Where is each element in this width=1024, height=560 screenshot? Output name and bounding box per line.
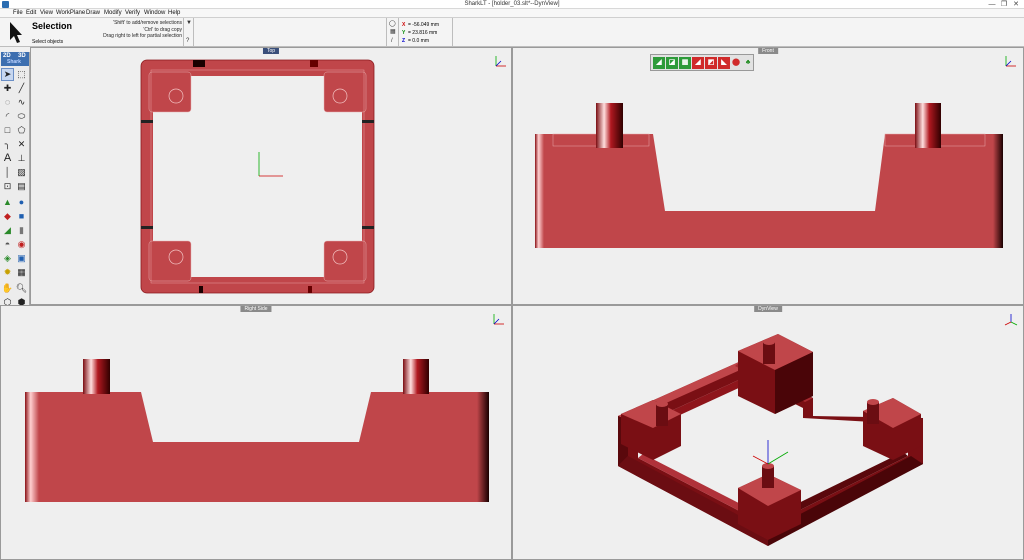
render-shaded-icon[interactable]: ◩ bbox=[705, 57, 717, 69]
render-smooth-icon[interactable]: ◣ bbox=[718, 57, 730, 69]
ellipse-icon[interactable]: ⬭ bbox=[15, 110, 28, 123]
mode-switch[interactable]: 2D 3D Shark bbox=[1, 52, 29, 66]
front-view-drawing bbox=[535, 103, 1003, 248]
axis-triad-icon bbox=[1005, 56, 1016, 67]
tool-name: Selection bbox=[32, 21, 73, 31]
render-grid-icon[interactable]: ▦ bbox=[15, 266, 28, 279]
tool-tips: 'Shift' to add/remove selections 'Ctrl' … bbox=[103, 20, 182, 39]
viewport-right-side[interactable]: Right Side bbox=[0, 305, 512, 560]
right-view-drawing bbox=[25, 359, 489, 502]
tool-hint: Select objects bbox=[32, 39, 64, 45]
layer-icon[interactable]: ▤ bbox=[15, 180, 28, 193]
boolean-icon[interactable]: ◉ bbox=[15, 238, 28, 251]
render-material-icon[interactable]: ⬤ bbox=[730, 57, 742, 69]
coordinate-readout: X = -56.049 mm Y = 23.816 mm Z = 0.0 mm bbox=[402, 21, 439, 45]
render-toolbar: ◢ ◪ ▦ ◢ ◩ ◣ ⬤ ♣ bbox=[650, 54, 754, 71]
viewport-front[interactable]: Front bbox=[512, 47, 1024, 305]
blend-icon[interactable]: ▣ bbox=[15, 252, 28, 265]
axis-triad-icon bbox=[495, 56, 506, 67]
circle-icon[interactable]: ◌ bbox=[1, 96, 14, 109]
axis-triad-icon bbox=[1004, 314, 1018, 326]
polygon-icon[interactable]: ⬠ bbox=[15, 124, 28, 137]
x-coordinate: = -56.049 mm bbox=[408, 22, 439, 28]
close-button[interactable]: ✕ bbox=[1010, 0, 1022, 9]
window-title: SharkLT - [holder_03.slt*--DynView] bbox=[464, 1, 560, 7]
fillet-icon[interactable]: ╮ bbox=[1, 138, 14, 151]
selection-cursor-icon bbox=[2, 20, 28, 46]
hatch-icon[interactable]: ▨ bbox=[15, 166, 28, 179]
snap-circle-icon[interactable]: ◯ bbox=[389, 20, 396, 27]
spline-icon[interactable]: ∿ bbox=[15, 96, 28, 109]
viewport-dynview[interactable]: DynView bbox=[512, 305, 1024, 560]
help-icon[interactable]: ? bbox=[186, 38, 189, 44]
render-wireframe-icon[interactable]: ◢ bbox=[653, 57, 665, 69]
select-window-icon[interactable]: ⬚ bbox=[15, 68, 28, 81]
axis-triad-icon bbox=[493, 314, 504, 325]
vertical-dimension-icon[interactable]: │ bbox=[1, 166, 14, 179]
menu-view[interactable]: View bbox=[40, 10, 53, 16]
dimension-icon[interactable]: ⊥ bbox=[15, 152, 28, 165]
snap-grid-icon[interactable]: ▦ bbox=[390, 28, 396, 35]
minimize-button[interactable]: — bbox=[986, 0, 998, 9]
filter-icon[interactable]: ▼ bbox=[186, 20, 192, 26]
menu-window[interactable]: Window bbox=[144, 10, 165, 16]
sphere-icon[interactable]: ● bbox=[15, 196, 28, 209]
render-flat-icon[interactable]: ◢ bbox=[692, 57, 704, 69]
arc-icon[interactable]: ◜ bbox=[1, 110, 14, 123]
prompt-bar: Selection Select objects 'Shift' to add/… bbox=[0, 17, 1024, 48]
render-lights-icon[interactable]: ♣ bbox=[742, 57, 754, 69]
sweep-icon[interactable]: ◢ bbox=[1, 224, 14, 237]
point-icon[interactable]: ✚ bbox=[1, 82, 14, 95]
menu-modify[interactable]: Modify bbox=[104, 10, 122, 16]
left-toolbar: 2D 3D Shark ➤ ⬚ ✚ ╱ ◌ ∿ ◜ ⬭ □ ⬠ ╮ ✕ A ⊥ … bbox=[0, 52, 30, 322]
menu-draw[interactable]: Draw bbox=[86, 10, 100, 16]
z-coordinate: = 0.0 mm bbox=[408, 38, 429, 44]
top-view-drawing bbox=[140, 59, 375, 294]
menu-bar: File Edit View WorkPlane Draw Modify Ver… bbox=[0, 9, 1024, 17]
text-icon[interactable]: A bbox=[1, 152, 14, 165]
maximize-button[interactable]: ❐ bbox=[998, 0, 1010, 9]
menu-edit[interactable]: Edit bbox=[26, 10, 36, 16]
extrude-icon[interactable]: ▲ bbox=[1, 196, 14, 209]
cylinder-solid-icon[interactable]: ▮ bbox=[15, 224, 28, 237]
loft-icon[interactable]: ◓ bbox=[1, 238, 14, 251]
render-hidden-icon[interactable]: ◪ bbox=[666, 57, 678, 69]
mode-sub-label: Shark bbox=[7, 59, 21, 65]
line-icon[interactable]: ╱ bbox=[15, 82, 28, 95]
viewport-top[interactable]: Top bbox=[30, 47, 512, 305]
menu-file[interactable]: File bbox=[13, 10, 23, 16]
revolve-icon[interactable]: ◆ bbox=[1, 210, 14, 223]
zoom-icon[interactable]: 🔍︎ bbox=[15, 282, 28, 295]
trim-icon[interactable]: ✕ bbox=[15, 138, 28, 151]
y-coordinate: = 23.816 mm bbox=[408, 30, 438, 36]
menu-workplane[interactable]: WorkPlane bbox=[56, 10, 85, 16]
menu-help[interactable]: Help bbox=[168, 10, 180, 16]
iso-view-drawing bbox=[618, 334, 923, 546]
render-dashed-icon[interactable]: ▦ bbox=[679, 57, 691, 69]
menu-verify[interactable]: Verify bbox=[125, 10, 140, 16]
light-icon[interactable]: ✹ bbox=[1, 266, 14, 279]
title-bar: SharkLT - [holder_03.slt*--DynView] — ❐ … bbox=[0, 0, 1024, 9]
shell-icon[interactable]: ◈ bbox=[1, 252, 14, 265]
box-solid-icon[interactable]: ■ bbox=[15, 210, 28, 223]
select-arrow-icon[interactable]: ➤ bbox=[1, 68, 14, 81]
snap-line-icon[interactable]: / bbox=[391, 38, 393, 44]
pan-hand-icon[interactable]: ✋ bbox=[1, 282, 14, 295]
rectangle-icon[interactable]: □ bbox=[1, 124, 14, 137]
transform-icon[interactable]: ⊡ bbox=[1, 180, 14, 193]
